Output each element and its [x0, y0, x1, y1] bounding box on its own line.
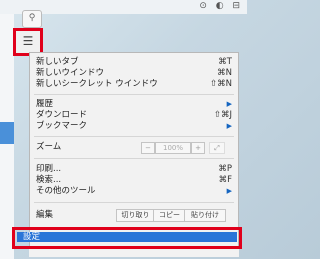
menu-item-label: 新しいシークレット ウインドウ: [36, 79, 158, 89]
menu-item-edit: 編集 切り取り コピー 貼り付け: [36, 209, 232, 222]
menu-item-new-window[interactable]: 新しいウインドウ ⌘N: [36, 68, 232, 79]
menu-item-find[interactable]: 検索... ⌘F: [36, 175, 232, 186]
menu-item-label: 編集: [36, 210, 54, 220]
shortcut-label: ⇧⌘N: [210, 79, 232, 89]
menu-item-label: 新しいタブ: [36, 57, 79, 67]
shortcut-label: ⌘P: [218, 164, 232, 174]
menu-item-bookmarks[interactable]: ブックマーク ▶: [36, 121, 232, 132]
menu-item-label: 履歴: [36, 99, 54, 109]
menu-item-more-tools[interactable]: その他のツール ▶: [36, 186, 232, 197]
submenu-arrow-icon: ▶: [226, 122, 232, 130]
menu-separator: [34, 94, 234, 95]
menu-item-label: その他のツール: [36, 186, 96, 196]
zoom-in-button[interactable]: +: [191, 142, 205, 154]
menu-separator: [34, 158, 234, 159]
zoom-out-button[interactable]: −: [141, 142, 155, 154]
menu-item-label: 設定: [17, 232, 237, 242]
menu-item-label: ブックマーク: [36, 121, 88, 131]
menu-item-zoom: ズーム − 100% + ⤢: [36, 142, 232, 154]
hamburger-menu-icon: ☰: [22, 34, 34, 48]
toolbar-icons: ⊙ ◐ ⊟: [199, 1, 243, 11]
submenu-arrow-icon: ▶: [226, 187, 232, 195]
shortcut-label: ⇧⌘J: [213, 110, 232, 120]
menu-item-label: 新しいウインドウ: [36, 68, 105, 78]
menu-item-label: 印刷...: [36, 164, 62, 174]
menu-lower-area: [29, 249, 239, 257]
zoom-level: 100%: [155, 142, 191, 154]
shortcut-label: ⌘F: [218, 175, 232, 185]
fullscreen-icon[interactable]: ⤢: [209, 142, 225, 154]
cut-button[interactable]: 切り取り: [116, 209, 155, 222]
shortcut-label: ⌘T: [218, 57, 232, 67]
menu-item-new-incognito[interactable]: 新しいシークレット ウインドウ ⇧⌘N: [36, 79, 232, 90]
menu-separator: [34, 136, 234, 137]
menu-item-history[interactable]: 履歴 ▶: [36, 99, 232, 110]
submenu-arrow-icon: ▶: [226, 100, 232, 108]
menu-item-print[interactable]: 印刷... ⌘P: [36, 164, 232, 175]
menu-item-downloads[interactable]: ダウンロード ⇧⌘J: [36, 110, 232, 121]
copy-button[interactable]: コピー: [153, 209, 186, 222]
menu-item-settings[interactable]: 設定: [12, 227, 242, 249]
page-blue-block: [0, 122, 14, 144]
menu-item-label: 検索...: [36, 175, 62, 185]
menu-item-label: ズーム: [36, 142, 62, 152]
menu-separator: [34, 202, 234, 203]
paste-button[interactable]: 貼り付け: [184, 209, 226, 222]
shortcut-label: ⌘N: [217, 68, 232, 78]
profile-button[interactable]: ⚲: [22, 10, 42, 28]
person-icon: ⚲: [28, 13, 36, 23]
menu-item-new-tab[interactable]: 新しいタブ ⌘T: [36, 57, 232, 68]
menu-item-label: ダウンロード: [36, 110, 88, 120]
